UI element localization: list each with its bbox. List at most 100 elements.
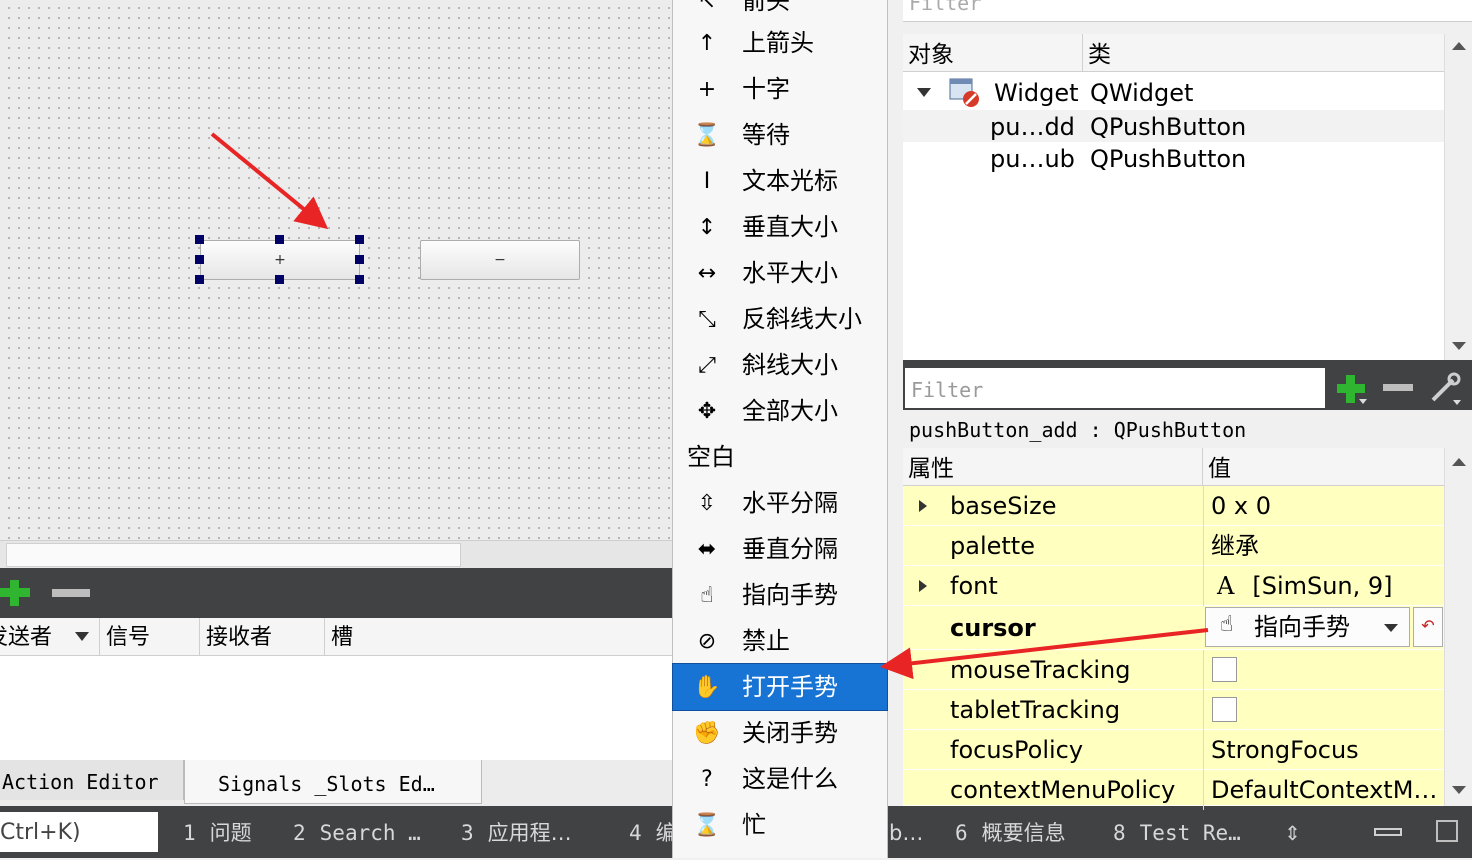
object-tree[interactable]: 对象 类 Widget QWidget pu…dd QPushButton pu… — [903, 34, 1448, 360]
menu-item-open-hand[interactable]: ✋ 打开手势 — [672, 663, 888, 711]
menu-item-size-all[interactable]: ✥ 全部大小 — [673, 388, 887, 434]
column-header-object[interactable]: 对象 — [903, 34, 1083, 72]
tree-row-pushbutton-add[interactable]: pu…dd QPushButton — [903, 110, 1448, 142]
column-header-slot[interactable]: 槽 — [325, 618, 672, 656]
property-row-basesize[interactable]: baseSize 0 x 0 — [903, 486, 1444, 526]
property-name: cursor — [950, 614, 1036, 642]
menu-item-split-v[interactable]: ⇳ 水平分隔 — [673, 480, 887, 526]
collapse-arrow-icon[interactable] — [917, 88, 931, 97]
scroll-up-icon[interactable] — [1452, 458, 1466, 466]
menu-item-size-hor[interactable]: ↔ 水平大小 — [673, 250, 887, 296]
property-value[interactable]: A [SimSun, 9] — [1203, 566, 1444, 606]
menu-item-busy[interactable]: ⌛ 忙 — [673, 802, 887, 848]
selection-handle[interactable] — [275, 275, 284, 284]
menu-item-pointing-hand[interactable]: ☝ 指向手势 — [673, 572, 887, 618]
column-header-class[interactable]: 类 — [1083, 34, 1448, 72]
sidebar-toggle-icon[interactable] — [1436, 820, 1458, 842]
menu-item-size-bdiag[interactable]: ⤢ 斜线大小 — [673, 342, 887, 388]
busy-icon: ⌛ — [693, 813, 721, 838]
column-header-value[interactable]: 值 — [1203, 448, 1444, 486]
pane-compile-output[interactable]: 4编 — [629, 806, 677, 858]
tab-action-editor[interactable]: Action Editor — [0, 760, 184, 800]
pane-app-output[interactable]: 3 应用程… — [461, 806, 572, 858]
pane-general-messages[interactable]: 6 概要信息 — [955, 806, 1066, 858]
property-value[interactable]: StrongFocus — [1203, 730, 1444, 770]
column-header-sender[interactable]: 发送者 — [0, 618, 100, 656]
object-filter-input[interactable]: Filter — [903, 0, 1472, 22]
menu-item-up-arrow[interactable]: ↑ 上箭头 — [673, 20, 887, 66]
mousetracking-checkbox[interactable] — [1212, 657, 1237, 682]
selection-handle[interactable] — [195, 255, 204, 264]
object-tree-scrollbar[interactable] — [1444, 34, 1472, 360]
form-canvas[interactable]: + − — [0, 0, 672, 540]
menu-item-split-h[interactable]: ⬌ 垂直分隔 — [673, 526, 887, 572]
property-row-font[interactable]: font A [SimSun, 9] — [903, 566, 1444, 606]
tab-signals-slots-editor[interactable]: Signals _Slots Ed… — [184, 760, 482, 804]
scroll-down-icon[interactable] — [1452, 786, 1466, 794]
wrench-settings-icon[interactable] — [1427, 372, 1463, 406]
selection-handle[interactable] — [195, 235, 204, 244]
menu-item-whats-this[interactable]: ? 这是什么 — [673, 756, 887, 802]
menu-item-closed-hand[interactable]: ✊ 关闭手势 — [673, 710, 887, 756]
tree-row-widget[interactable]: Widget QWidget — [903, 76, 1448, 108]
property-value[interactable]: 0 x 0 — [1203, 486, 1444, 526]
selection-handle[interactable] — [275, 235, 284, 244]
pane-issues[interactable]: 1 问题 — [183, 806, 252, 858]
expand-arrow-icon[interactable] — [919, 500, 927, 512]
sub-push-button[interactable]: − — [420, 240, 580, 280]
property-row-palette[interactable]: palette 继承 — [903, 526, 1444, 566]
column-header-signal[interactable]: 信号 — [100, 618, 200, 656]
selection-handle[interactable] — [355, 255, 364, 264]
menu-item-size-ver[interactable]: ↕ 垂直大小 — [673, 204, 887, 250]
cursor-combobox[interactable]: ☝ 指向手势 — [1205, 607, 1410, 647]
expand-arrow-icon[interactable] — [919, 580, 927, 592]
menu-item-wait[interactable]: ⌛ 等待 — [673, 112, 887, 158]
property-value[interactable] — [1203, 650, 1444, 690]
selection-handle[interactable] — [195, 275, 204, 284]
property-value[interactable]: DefaultContextM… — [1203, 770, 1444, 810]
property-value[interactable]: 继承 — [1203, 526, 1444, 566]
signal-slot-list[interactable] — [0, 656, 672, 760]
selection-handle[interactable] — [355, 235, 364, 244]
property-row-cursor[interactable]: cursor ☝ 指向手势 ↶ — [903, 606, 1444, 650]
selection-handle[interactable] — [355, 275, 364, 284]
remove-property-icon[interactable] — [1383, 384, 1413, 391]
menu-item-cross[interactable]: + 十字 — [673, 66, 887, 112]
canvas-horizontal-scrollbar[interactable] — [0, 540, 672, 569]
tablettracking-checkbox[interactable] — [1212, 697, 1237, 722]
chevron-down-icon[interactable] — [1384, 624, 1398, 632]
pane-search[interactable]: 2 Search … — [293, 806, 421, 858]
column-header-property[interactable]: 属性 — [903, 448, 1203, 486]
remove-connection-icon[interactable] — [52, 589, 90, 597]
property-scrollbar[interactable] — [1444, 448, 1472, 806]
column-header-receiver[interactable]: 接收者 — [200, 618, 325, 656]
editor-tabs: Action Editor Signals _Slots Ed… — [0, 760, 672, 806]
property-row-contextmenupolicy[interactable]: contextMenuPolicy DefaultContextM… — [903, 770, 1444, 810]
property-row-focuspolicy[interactable]: focusPolicy StrongFocus — [903, 730, 1444, 770]
menu-item-forbidden[interactable]: ⊘ 禁止 — [673, 618, 887, 664]
menu-item-ibeam[interactable]: I 文本光标 — [673, 158, 887, 204]
scrollbar-thumb[interactable] — [6, 543, 461, 567]
scroll-down-icon[interactable] — [1452, 342, 1466, 350]
add-property-icon[interactable] — [1335, 373, 1367, 405]
property-value[interactable] — [1203, 690, 1444, 730]
chevron-down-icon[interactable] — [75, 632, 89, 641]
add-connection-icon[interactable] — [0, 578, 30, 608]
property-row-tablettracking[interactable]: tabletTracking — [903, 690, 1444, 730]
pane-partial[interactable]: b… — [889, 806, 923, 858]
property-filter-input[interactable]: Filter — [905, 368, 1325, 408]
menu-item-blank[interactable]: 空白 — [687, 434, 735, 480]
pane-test-results[interactable]: 8 Test Re… — [1113, 806, 1241, 858]
menu-item-size-fdiag[interactable]: ⤡ 反斜线大小 — [673, 296, 887, 342]
reset-property-icon[interactable]: ↶ — [1413, 607, 1443, 647]
property-name: mouseTracking — [950, 656, 1131, 684]
property-row-mousetracking[interactable]: mouseTracking — [903, 650, 1444, 690]
scroll-up-icon[interactable] — [1452, 42, 1466, 50]
up-down-arrows-icon[interactable]: ⇕ — [1284, 806, 1301, 858]
tree-row-pushbutton-sub[interactable]: pu…ub QPushButton — [903, 142, 1448, 174]
locator-input[interactable]: Ctrl+K) — [0, 812, 158, 852]
object-name: pu…ub — [990, 145, 1075, 173]
progress-toggle-icon[interactable] — [1374, 828, 1402, 836]
cursor-dropdown-menu[interactable]: ↖ 箭头 ↑ 上箭头 + 十字 ⌛ 等待 I 文本光标 ↕ 垂直大小 ↔ 水平大小 ⤡ 反斜线大… — [672, 0, 888, 858]
add-push-button[interactable]: + — [200, 240, 360, 280]
